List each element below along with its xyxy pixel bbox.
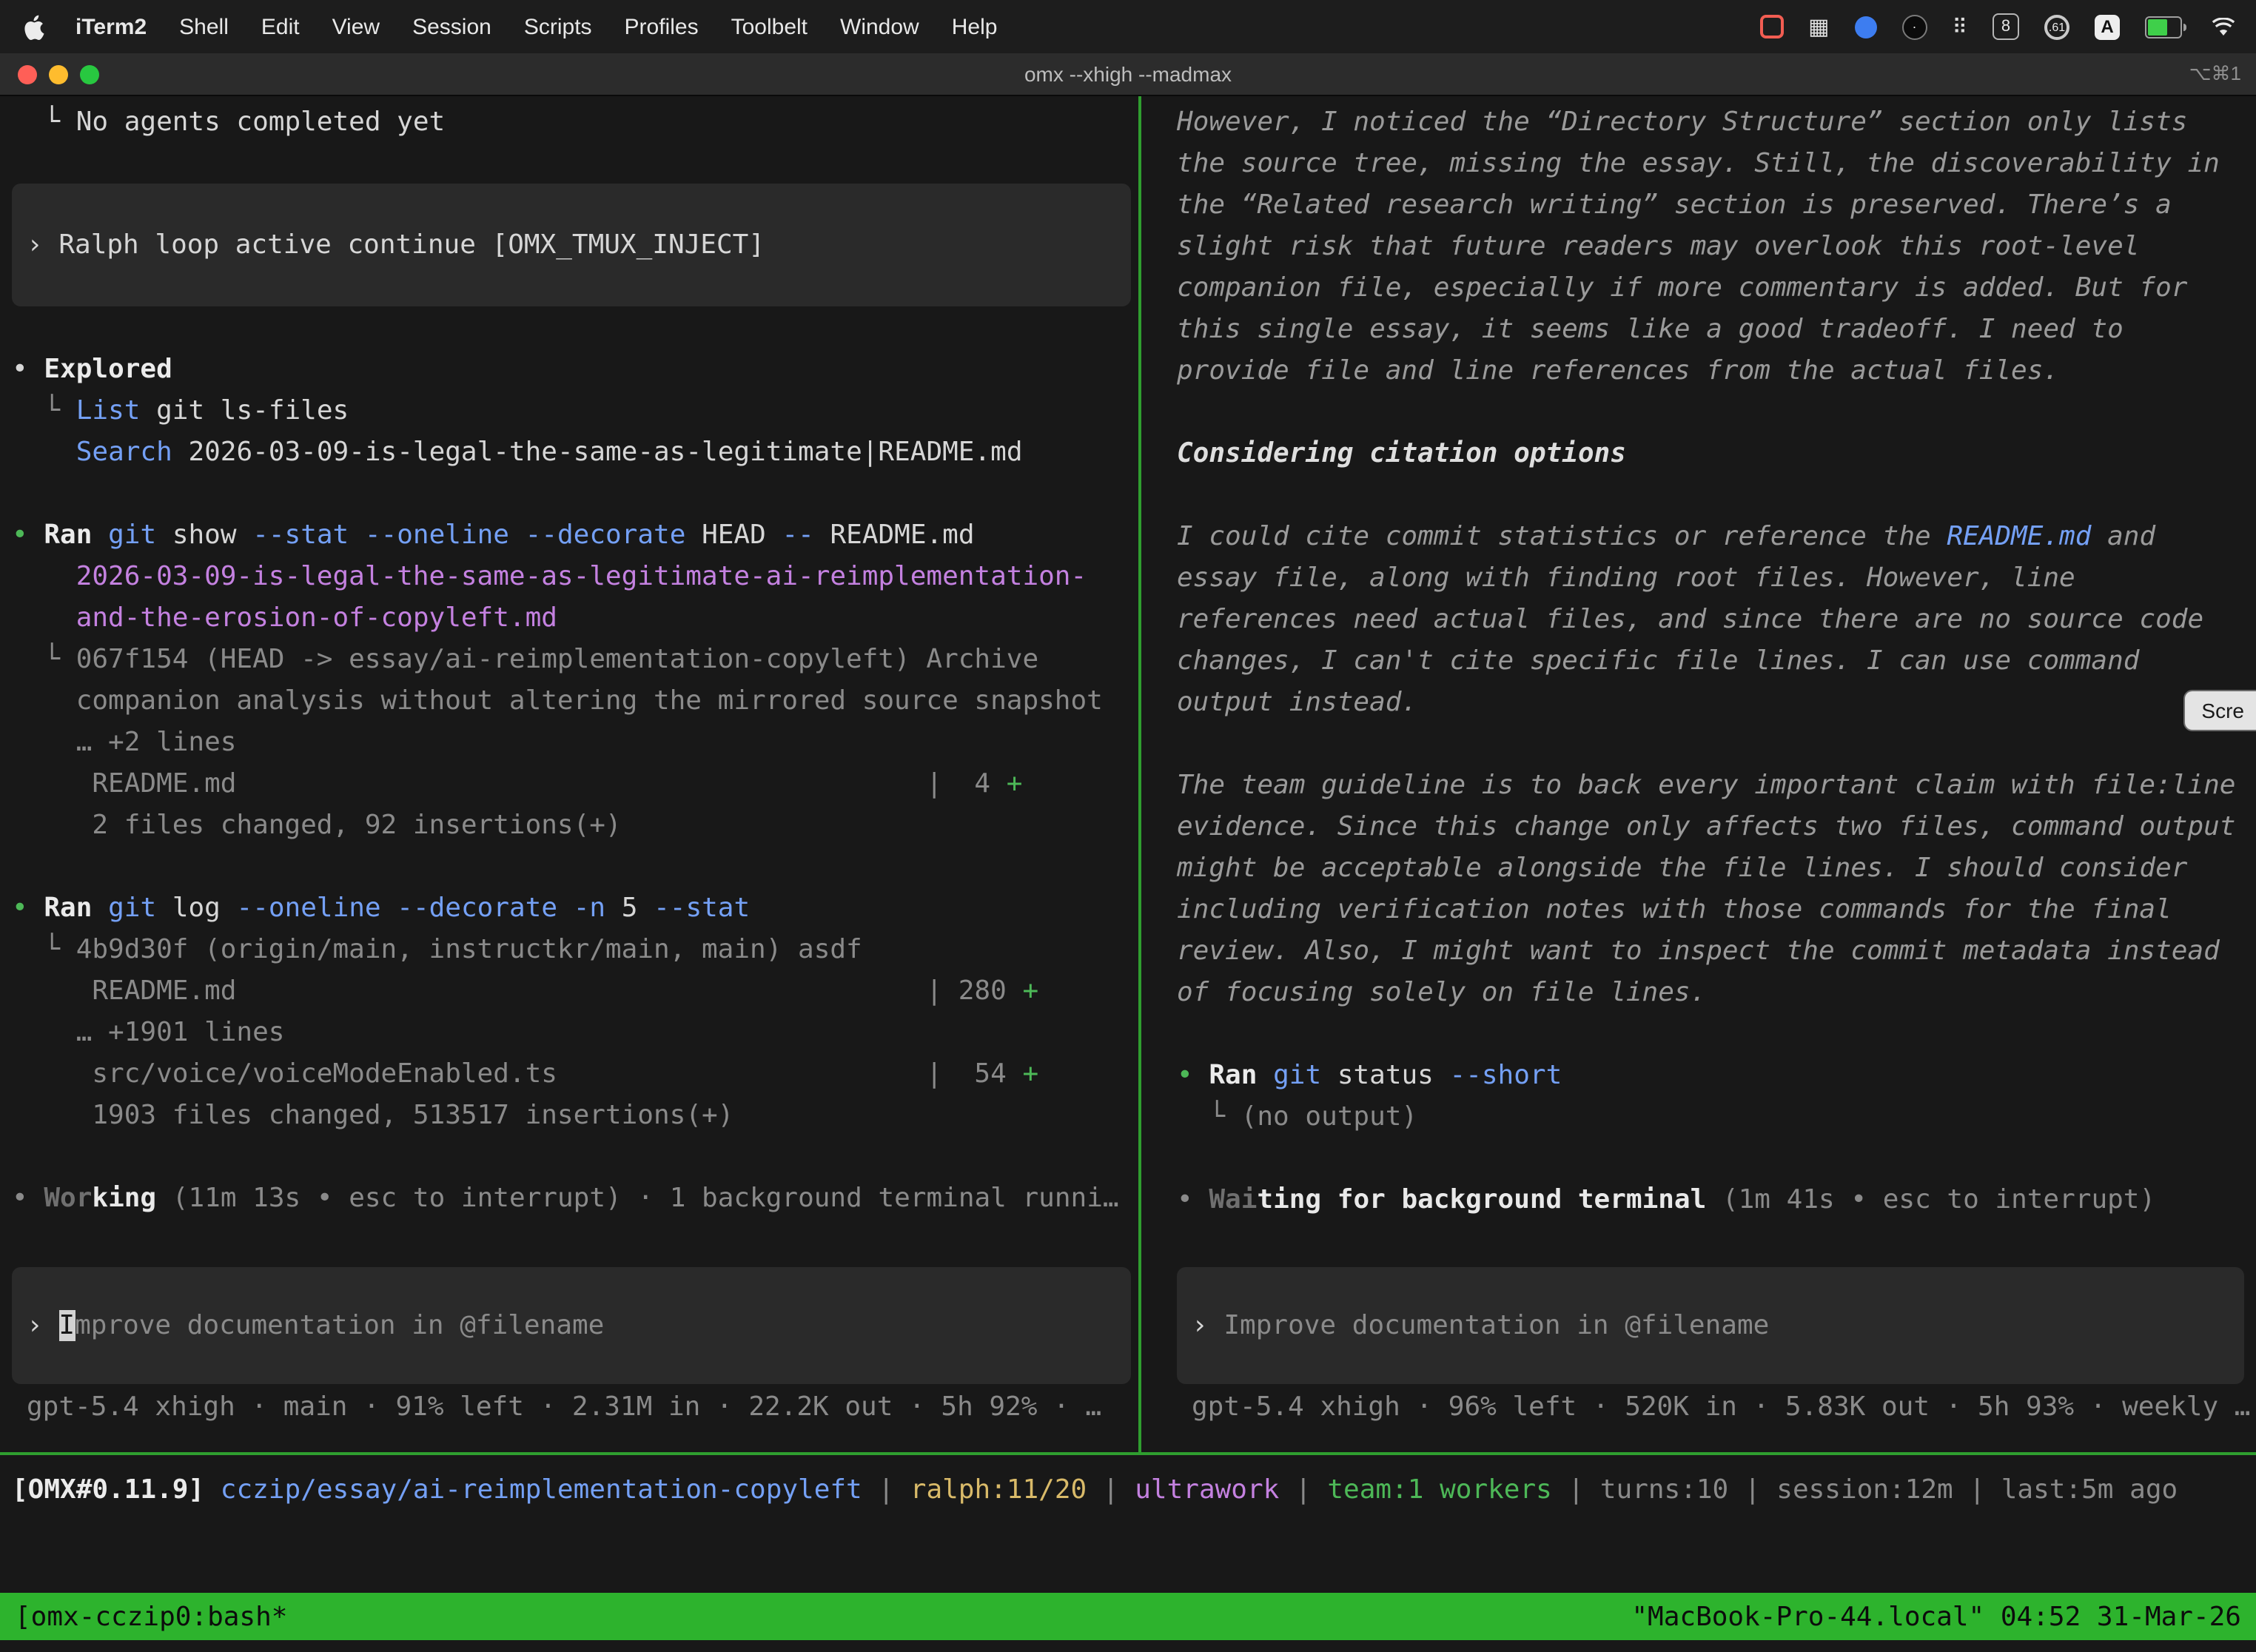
menu-item-toolbelt[interactable]: Toolbelt: [715, 14, 824, 39]
terminal-line: [1177, 724, 2244, 765]
wifi-icon[interactable]: [2212, 17, 2235, 36]
ralph-loop-banner: › Ralph loop active continue [OMX_TMUX_I…: [12, 184, 1131, 306]
terminal-line: of focusing solely on file lines.: [1177, 973, 2244, 1014]
right-input-box[interactable]: › Improve documentation in @filename: [1177, 1267, 2244, 1384]
tmux-status-bar: [omx-cczip0:bash* "MacBook-Pro-44.local"…: [0, 1593, 2256, 1640]
pane-right: However, I noticed the “Directory Struct…: [1141, 96, 2256, 1452]
terminal-line: README.md| 280 +: [12, 971, 1138, 1013]
pane-divider-horizontal: [0, 1452, 2256, 1455]
terminal-line: [1177, 1138, 2244, 1180]
menu-item-profiles[interactable]: Profiles: [608, 14, 715, 39]
terminal-line: • Working (11m 13s • esc to interrupt) ·…: [12, 1178, 1138, 1220]
gauge-icon[interactable]: .61: [2044, 14, 2069, 39]
battery-icon[interactable]: [2145, 16, 2186, 38]
terminal-line: • Ran git log --oneline --decorate -n 5 …: [12, 888, 1138, 930]
right-status-line: gpt-5.4 xhigh · 96% left · 520K in · 5.8…: [1177, 1387, 2244, 1428]
terminal-line: [12, 847, 1138, 888]
terminal-line: • Ran git show --stat --oneline --decora…: [12, 515, 1138, 557]
apple-menu-icon[interactable]: [21, 14, 59, 39]
terminal-line: However, I noticed the “Directory Struct…: [1177, 102, 2244, 144]
terminal-line: the source tree, missing the essay. Stil…: [1177, 144, 2244, 185]
menu-item-help[interactable]: Help: [936, 14, 1014, 39]
terminal-line: 1903 files changed, 513517 insertions(+): [12, 1095, 1138, 1137]
terminal-line: 2026-03-09-is-legal-the-same-as-legitima…: [12, 557, 1138, 598]
terminal-line: I could cite commit statistics or refere…: [1177, 517, 2244, 558]
terminal-line: might be acceptable alongside the file l…: [1177, 848, 2244, 890]
input-source-icon[interactable]: A: [2095, 14, 2120, 39]
menu-item-scripts[interactable]: Scripts: [508, 14, 608, 39]
menu-item-iterm2[interactable]: iTerm2: [59, 14, 163, 39]
terminal-line: • Ran git status --short: [1177, 1055, 2244, 1097]
terminal-line: … +1901 lines: [12, 1013, 1138, 1054]
terminal-line: └ No agents completed yet: [12, 102, 1138, 144]
left-status-line: gpt-5.4 xhigh · main · 91% left · 2.31M …: [12, 1387, 1138, 1428]
omx-status-bar: [OMX#0.11.9] cczip/essay/ai-reimplementa…: [12, 1470, 2256, 1511]
terminal-line: └ (no output): [1177, 1097, 2244, 1138]
terminal-line: 2 files changed, 92 insertions(+): [12, 805, 1138, 847]
dots-grid-icon[interactable]: ⠿: [1952, 16, 1967, 37]
terminal-line: • Waiting for background terminal (1m 41…: [1177, 1180, 2244, 1221]
menu-item-edit[interactable]: Edit: [245, 14, 316, 39]
menu-bar: iTerm2 ShellEditViewSessionScriptsProfil…: [0, 0, 2256, 53]
terminal-line: evidence. Since this change only affects…: [1177, 807, 2244, 848]
terminal-line: Considering citation options: [1177, 434, 2244, 475]
tmux-host-label: "MacBook-Pro-44.local" 04:52 31-Mar-26: [1631, 1601, 2241, 1632]
terminal-line: references need actual files, and since …: [1177, 600, 2244, 641]
left-input-box[interactable]: › Improve documentation in @filename: [12, 1267, 1131, 1384]
terminal-line: essay file, along with finding root file…: [1177, 558, 2244, 600]
tmux-session-label: [omx-cczip0:bash*: [15, 1601, 287, 1632]
terminal-line: The team guideline is to back every impo…: [1177, 765, 2244, 807]
terminal-line: companion analysis without altering the …: [12, 681, 1138, 722]
terminal-line: README.md| 4 +: [12, 764, 1138, 805]
screenshot-toast[interactable]: Scre: [2183, 690, 2256, 731]
terminal: └ No agents completed yet › Ralph loop a…: [0, 96, 2256, 1452]
terminal-line: this single essay, it seems like a good …: [1177, 309, 2244, 351]
pane-left: └ No agents completed yet › Ralph loop a…: [0, 96, 1138, 1452]
terminal-line: [12, 474, 1138, 515]
blue-app-icon[interactable]: [1854, 16, 1876, 38]
terminal-line: and-the-erosion-of-copyleft.md: [12, 598, 1138, 639]
title-bar: omx --xhigh --madmax ⌥⌘1: [0, 53, 2256, 96]
terminal-line: output instead.: [1177, 682, 2244, 724]
terminal-line: src/voice/voiceModeEnabled.ts| 54 +: [12, 1054, 1138, 1095]
terminal-line: [1177, 475, 2244, 517]
terminal-line: Search 2026-03-09-is-legal-the-same-as-l…: [12, 432, 1138, 474]
grid-app-icon[interactable]: ▦: [1808, 16, 1829, 38]
menu-item-shell[interactable]: Shell: [163, 14, 245, 39]
dark-app-icon[interactable]: ·: [1901, 14, 1927, 39]
terminal-line: companion file, especially if more comme…: [1177, 268, 2244, 309]
key-app-icon[interactable]: 8: [1993, 13, 2019, 40]
terminal-line: [12, 1137, 1138, 1178]
terminal-line: the “Related research writing” section i…: [1177, 185, 2244, 226]
window-title: omx --xhigh --madmax: [0, 53, 2256, 95]
terminal-line: review. Also, I might want to inspect th…: [1177, 931, 2244, 973]
terminal-line: • Explored: [12, 349, 1138, 391]
terminal-line: … +2 lines: [12, 722, 1138, 764]
terminal-line: └ 4b9d30f (origin/main, instructkr/main,…: [12, 930, 1138, 971]
terminal-line: including verification notes with those …: [1177, 890, 2244, 931]
menu-item-window[interactable]: Window: [824, 14, 936, 39]
screen: iTerm2 ShellEditViewSessionScriptsProfil…: [0, 0, 2256, 1652]
terminal-line: slight risk that future readers may over…: [1177, 226, 2244, 268]
terminal-line: [1177, 1014, 2244, 1055]
terminal-line: └ 067f154 (HEAD -> essay/ai-reimplementa…: [12, 639, 1138, 681]
screen-recording-icon[interactable]: [1759, 15, 1783, 38]
menu-item-view[interactable]: View: [316, 14, 397, 39]
terminal-line: [1177, 392, 2244, 434]
terminal-line: └ List git ls-files: [12, 391, 1138, 432]
menu-item-session[interactable]: Session: [396, 14, 508, 39]
terminal-line: provide file and line references from th…: [1177, 351, 2244, 392]
terminal-line: changes, I can't cite specific file line…: [1177, 641, 2244, 682]
window-shortcut: ⌥⌘1: [2189, 53, 2241, 95]
